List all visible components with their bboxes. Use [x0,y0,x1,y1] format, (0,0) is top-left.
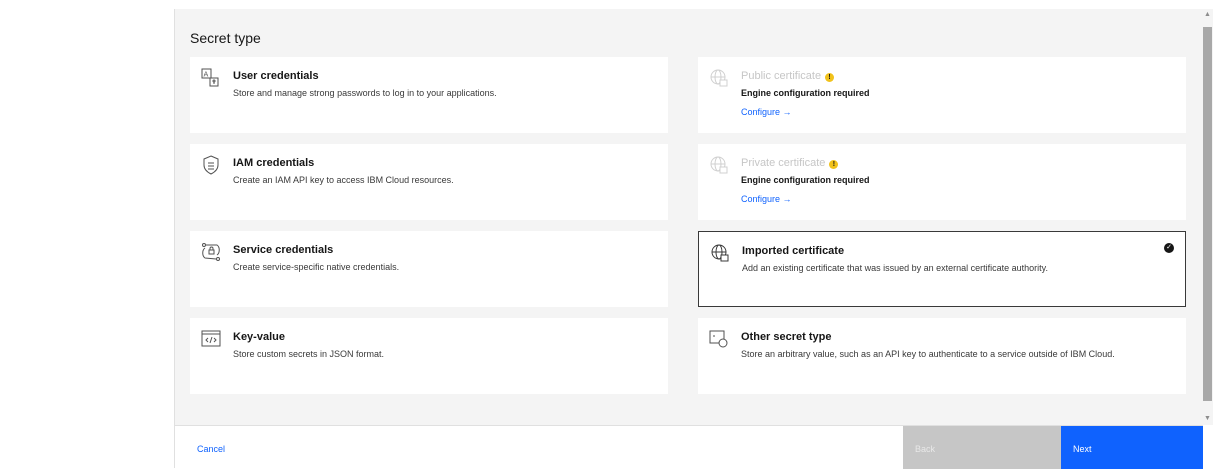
tile-key-value[interactable]: Key-value Store custom secrets in JSON f… [190,318,668,394]
warning-icon: ! [829,160,839,169]
svg-text:A: A [204,71,209,79]
tile-status: Engine configuration required [741,175,870,185]
globe-certificate-icon [710,243,730,263]
tile-title: IAM credentials [233,157,315,169]
user-credentials-icon: A [201,68,221,88]
warning-icon: ! [825,73,835,82]
tile-title: Private certificate! [741,157,839,169]
tile-description: Add an existing certificate that was iss… [742,263,1048,273]
tile-user-credentials[interactable]: A User credentials Store and manage stro… [190,57,668,133]
cancel-button[interactable]: Cancel [197,444,225,454]
tile-title: Key-value [233,331,285,343]
code-icon [201,329,221,349]
tile-description: Create service-specific native credentia… [233,262,400,272]
top-strip [0,0,1213,9]
tile-other-secret-type[interactable]: Other secret type Store an arbitrary val… [698,318,1186,394]
tile-private-certificate: Private certificate! Engine configuratio… [698,144,1186,220]
tile-public-certificate: Public certificate! Engine configuration… [698,57,1186,133]
left-pane [0,9,174,468]
service-credentials-icon [201,242,221,262]
configure-link[interactable]: Configure → [741,194,792,204]
globe-certificate-icon [709,155,729,175]
tile-service-credentials[interactable]: Service credentials Create service-speci… [190,231,668,307]
tile-description: Store custom secrets in JSON format. [233,349,385,359]
configure-link[interactable]: Configure → [741,107,792,117]
back-button: Back [903,426,1061,469]
scroll-up-arrow-icon[interactable]: ▲ [1202,9,1213,21]
tile-description: Create an IAM API key to access IBM Clou… [233,175,454,185]
tile-title: Public certificate! [741,70,835,82]
tile-status: Engine configuration required [741,88,870,98]
other-secret-icon [709,329,729,349]
tile-iam-credentials[interactable]: IAM credentials Create an IAM API key to… [190,144,668,220]
next-button[interactable]: Next [1061,426,1203,469]
tile-description: Store and manage strong passwords to log… [233,88,497,98]
secret-type-modal: Secret type A User credentials Store and… [174,9,1203,469]
globe-certificate-icon [709,68,729,88]
scrollbar[interactable]: ▲ ▼ [1202,9,1213,425]
tile-imported-certificate[interactable]: Imported certificate Add an existing cer… [698,231,1186,307]
section-title: Secret type [190,30,261,46]
tile-description: Store an arbitrary value, such as an API… [741,349,1115,359]
scroll-thumb[interactable] [1203,27,1212,401]
iam-credentials-icon [201,155,221,175]
tile-title: Other secret type [741,331,832,343]
modal-footer: Cancel Back Next [175,425,1203,469]
scroll-down-arrow-icon[interactable]: ▼ [1202,413,1213,425]
checkmark-icon: ✓ [1164,243,1174,253]
tile-title: User credentials [233,70,319,82]
tile-title: Service credentials [233,244,334,256]
tile-title: Imported certificate [742,245,845,257]
